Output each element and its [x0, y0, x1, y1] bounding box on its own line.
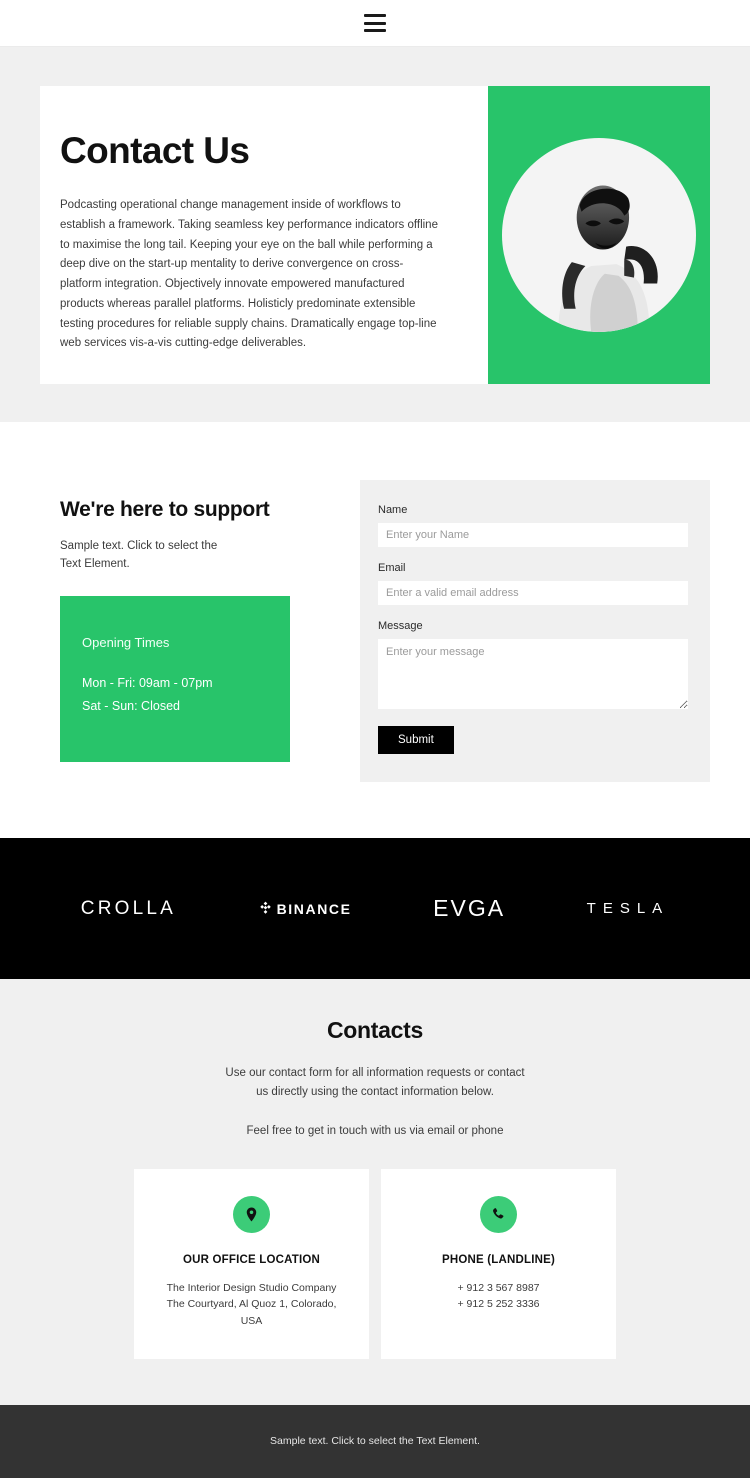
hamburger-icon[interactable]: [364, 14, 386, 32]
contacts-lead: Use our contact form for all information…: [225, 1067, 525, 1099]
opening-times-weekend: Sat - Sun: Closed: [82, 698, 180, 713]
contact-card-line: The Courtyard, Al Quoz 1, Colorado,: [166, 1298, 337, 1311]
hamburger-bar: [364, 14, 386, 17]
logo-evga: EVGA: [433, 895, 506, 922]
message-label: Message: [378, 620, 423, 633]
site-header: [0, 0, 750, 47]
page-title: Contact Us: [60, 130, 250, 171]
phone-icon: [480, 1196, 517, 1234]
contact-card-office: OUR OFFICE LOCATION The Interior Design …: [134, 1169, 369, 1359]
message-input[interactable]: [378, 639, 688, 710]
email-input[interactable]: [378, 581, 688, 606]
hero-portrait-image: [502, 138, 696, 333]
name-label: Name: [378, 504, 408, 517]
contact-card-line: The Interior Design Studio Company: [166, 1282, 337, 1295]
contact-card-title: OUR OFFICE LOCATION: [182, 1254, 321, 1267]
contact-form: Name Email Message Submit: [360, 480, 710, 783]
contact-card-line: USA: [240, 1314, 263, 1327]
hero-paragraph: Podcasting operational change management…: [60, 199, 438, 350]
support-title: We're here to support: [60, 498, 270, 522]
site-footer: Sample text. Click to select the Text El…: [0, 1404, 750, 1478]
contact-card-title: PHONE (LANDLINE): [441, 1254, 556, 1267]
logo-crolla: CROLLA: [80, 897, 177, 919]
hero-section: Contact Us Podcasting operational change…: [0, 47, 750, 423]
contact-card-line: + 912 5 252 3336: [457, 1298, 540, 1311]
contact-card-line: + 912 3 567 8987: [457, 1282, 540, 1295]
contacts-section: Contacts Use our contact form for all in…: [0, 979, 750, 1405]
name-input[interactable]: [378, 523, 688, 548]
hero-image-panel: [488, 86, 710, 385]
email-label: Email: [378, 562, 406, 575]
contact-card-phone: PHONE (LANDLINE) + 912 3 567 8987 + 912 …: [381, 1169, 616, 1359]
hero-text-block: Contact Us Podcasting operational change…: [40, 86, 488, 384]
partner-logos-band: CROLLA BINANCE EVGA TESLA: [0, 838, 750, 980]
support-subtext: Sample text. Click to select the Text El…: [60, 540, 218, 570]
hero-card: Contact Us Podcasting operational change…: [40, 86, 710, 385]
hamburger-bar: [364, 21, 386, 25]
opening-times-weekday: Mon - Fri: 09am - 07pm: [82, 675, 213, 690]
logo-binance-label: BINANCE: [276, 900, 352, 917]
contact-cards-row: OUR OFFICE LOCATION The Interior Design …: [40, 1169, 710, 1359]
opening-times-title: Opening Times: [82, 634, 170, 650]
support-left-column: We're here to support Sample text. Click…: [40, 480, 340, 782]
contacts-title: Contacts: [326, 1017, 423, 1044]
map-pin-icon: [233, 1196, 270, 1234]
logo-tesla: TESLA: [586, 900, 670, 918]
opening-times-box: Opening Times Mon - Fri: 09am - 07pm Sat…: [60, 595, 290, 762]
footer-text: Sample text. Click to select the Text El…: [270, 1435, 480, 1448]
submit-button[interactable]: Submit: [378, 726, 454, 755]
hamburger-bar: [364, 29, 386, 32]
logo-binance: BINANCE: [258, 901, 352, 917]
binance-diamond-icon: [259, 901, 271, 914]
support-section: We're here to support Sample text. Click…: [0, 422, 750, 839]
contacts-lead-secondary: Feel free to get in touch with us via em…: [246, 1125, 504, 1138]
